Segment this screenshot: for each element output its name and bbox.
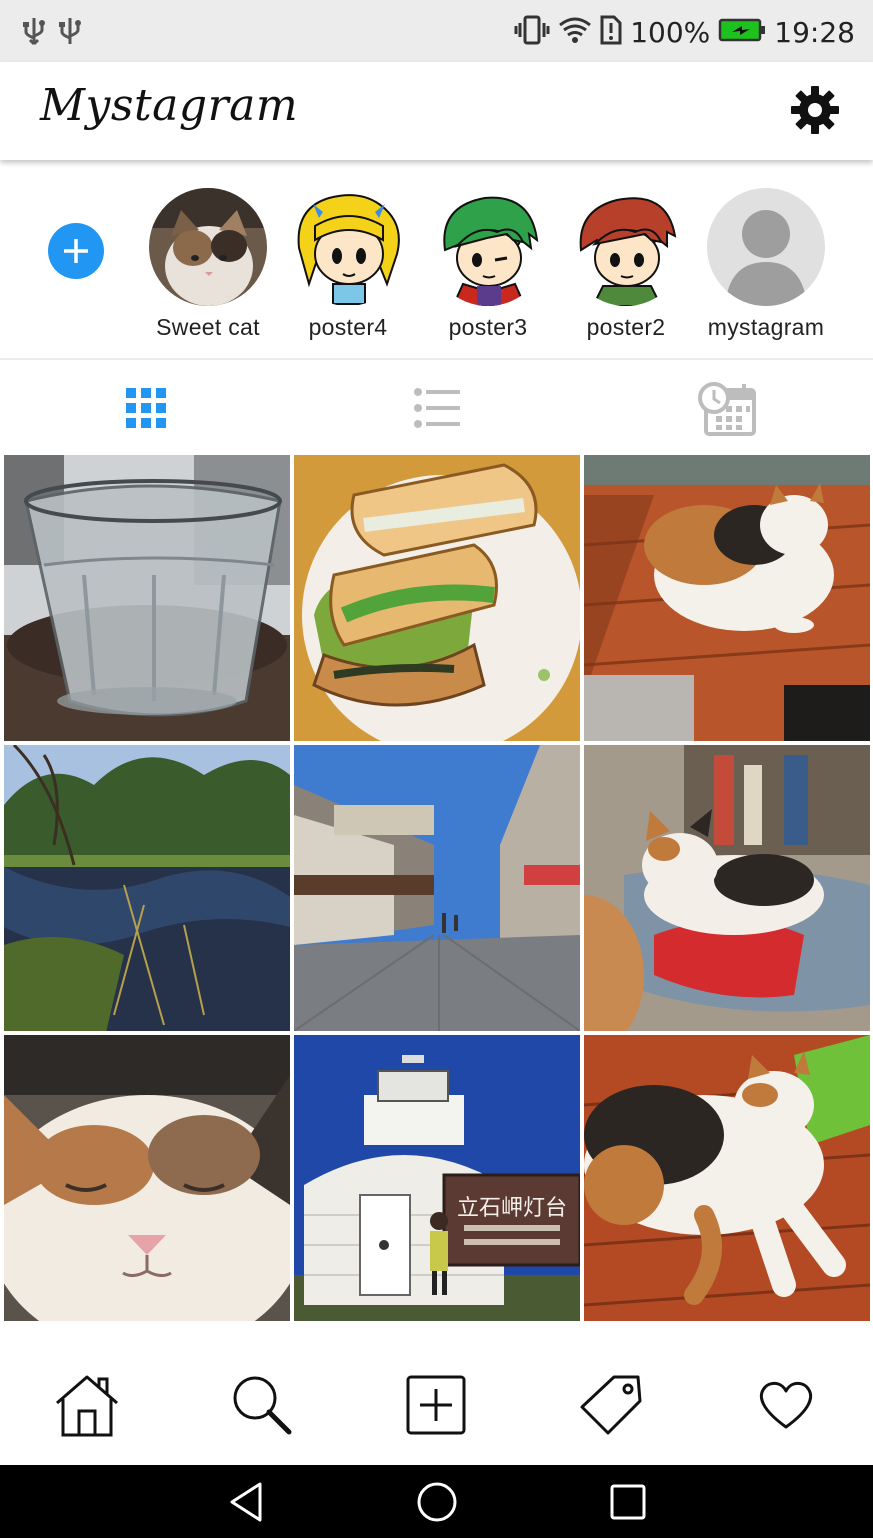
status-left-icons <box>22 16 82 52</box>
wifi-icon <box>558 15 592 49</box>
tab-calendar[interactable] <box>582 362 873 454</box>
status-time: 19:28 <box>774 15 855 49</box>
add-story-button[interactable] <box>48 223 104 279</box>
old-street-photo <box>294 745 580 1031</box>
usb-icon <box>22 16 46 52</box>
view-tabs <box>0 362 873 454</box>
app-bar: Mystagram <box>0 62 873 160</box>
battery-percentage: 100% <box>630 15 711 49</box>
system-nav-bar <box>0 1465 873 1538</box>
photo-tile[interactable] <box>4 455 290 741</box>
home-icon <box>56 1375 119 1437</box>
story-avatar <box>149 188 267 306</box>
status-bar: 100% 19:28 <box>0 0 873 62</box>
photo-tile[interactable] <box>4 745 290 1031</box>
sandwich-plate-photo <box>294 455 580 741</box>
pond-landscape-photo <box>4 745 290 1031</box>
gear-icon <box>791 86 839 134</box>
cat-lying-down-photo <box>584 1035 870 1321</box>
cat-face-closeup-photo <box>4 1035 290 1321</box>
cat-on-red-cushion-photo <box>584 745 870 1031</box>
photo-tile[interactable] <box>294 455 580 741</box>
nav-add-post-button[interactable] <box>349 1345 524 1465</box>
add-post-icon <box>406 1375 466 1435</box>
photo-tile[interactable] <box>584 1035 870 1321</box>
vibrate-icon <box>514 15 550 49</box>
photo-grid: 立石岬灯台 <box>4 455 870 1323</box>
nav-home-button[interactable] <box>0 1345 175 1465</box>
photo-tile[interactable]: 立石岬灯台 <box>294 1035 580 1321</box>
story-mystagram[interactable]: mystagram <box>696 188 836 341</box>
nav-tag-button[interactable] <box>524 1345 699 1465</box>
nav-search-button[interactable] <box>175 1345 350 1465</box>
calendar-history-icon <box>697 382 756 436</box>
list-icon <box>413 388 460 428</box>
tab-list[interactable] <box>291 362 582 454</box>
plus-icon <box>64 239 88 263</box>
nav-likes-button[interactable] <box>698 1345 873 1465</box>
blonde-girl-avatar <box>289 188 407 306</box>
system-back-button[interactable] <box>216 1472 276 1532</box>
back-icon <box>230 1482 261 1521</box>
story-sweet-cat[interactable]: Sweet cat <box>138 188 278 341</box>
tab-grid[interactable] <box>0 362 291 454</box>
status-right-icons: 100% 19:28 <box>514 12 855 52</box>
story-label: poster4 <box>308 314 388 340</box>
search-icon <box>233 1376 292 1435</box>
usb-icon <box>58 16 82 52</box>
lighthouse-sign-text: 立石岬灯台 <box>457 1196 567 1221</box>
home-circle-icon <box>417 1482 456 1521</box>
sim-alert-icon <box>600 15 622 49</box>
photo-tile[interactable] <box>294 745 580 1031</box>
bottom-nav <box>0 1345 873 1465</box>
lighthouse-photo: 立石岬灯台 <box>294 1035 580 1321</box>
photo-tile[interactable] <box>4 1035 290 1321</box>
recents-icon <box>610 1484 645 1519</box>
heart-icon <box>759 1381 812 1429</box>
story-label: Sweet cat <box>156 314 260 340</box>
story-poster2[interactable]: poster2 <box>556 188 696 341</box>
green-hair-boy-avatar <box>429 188 547 306</box>
battery-charging-icon <box>718 17 766 47</box>
grid-icon <box>125 388 166 428</box>
default-user-avatar <box>707 188 825 306</box>
story-label: poster2 <box>586 314 666 340</box>
settings-button[interactable] <box>787 82 843 138</box>
system-recents-button[interactable] <box>598 1472 658 1532</box>
story-label: mystagram <box>707 314 825 340</box>
red-hair-boy-avatar <box>567 188 685 306</box>
app-title: Mystagram <box>40 80 299 131</box>
story-poster3[interactable]: poster3 <box>418 188 558 341</box>
system-home-button[interactable] <box>407 1472 467 1532</box>
story-label: poster3 <box>448 314 528 340</box>
photo-tile[interactable] <box>584 455 870 741</box>
photo-tile[interactable] <box>584 745 870 1031</box>
story-poster4[interactable]: poster4 <box>278 188 418 341</box>
stories-bar: Sweet cat poster4 poster3 poster2 mystag… <box>0 160 873 360</box>
calico-cat-on-table-photo <box>584 455 870 741</box>
tag-icon <box>580 1375 642 1435</box>
glass-of-water-photo <box>4 455 290 741</box>
